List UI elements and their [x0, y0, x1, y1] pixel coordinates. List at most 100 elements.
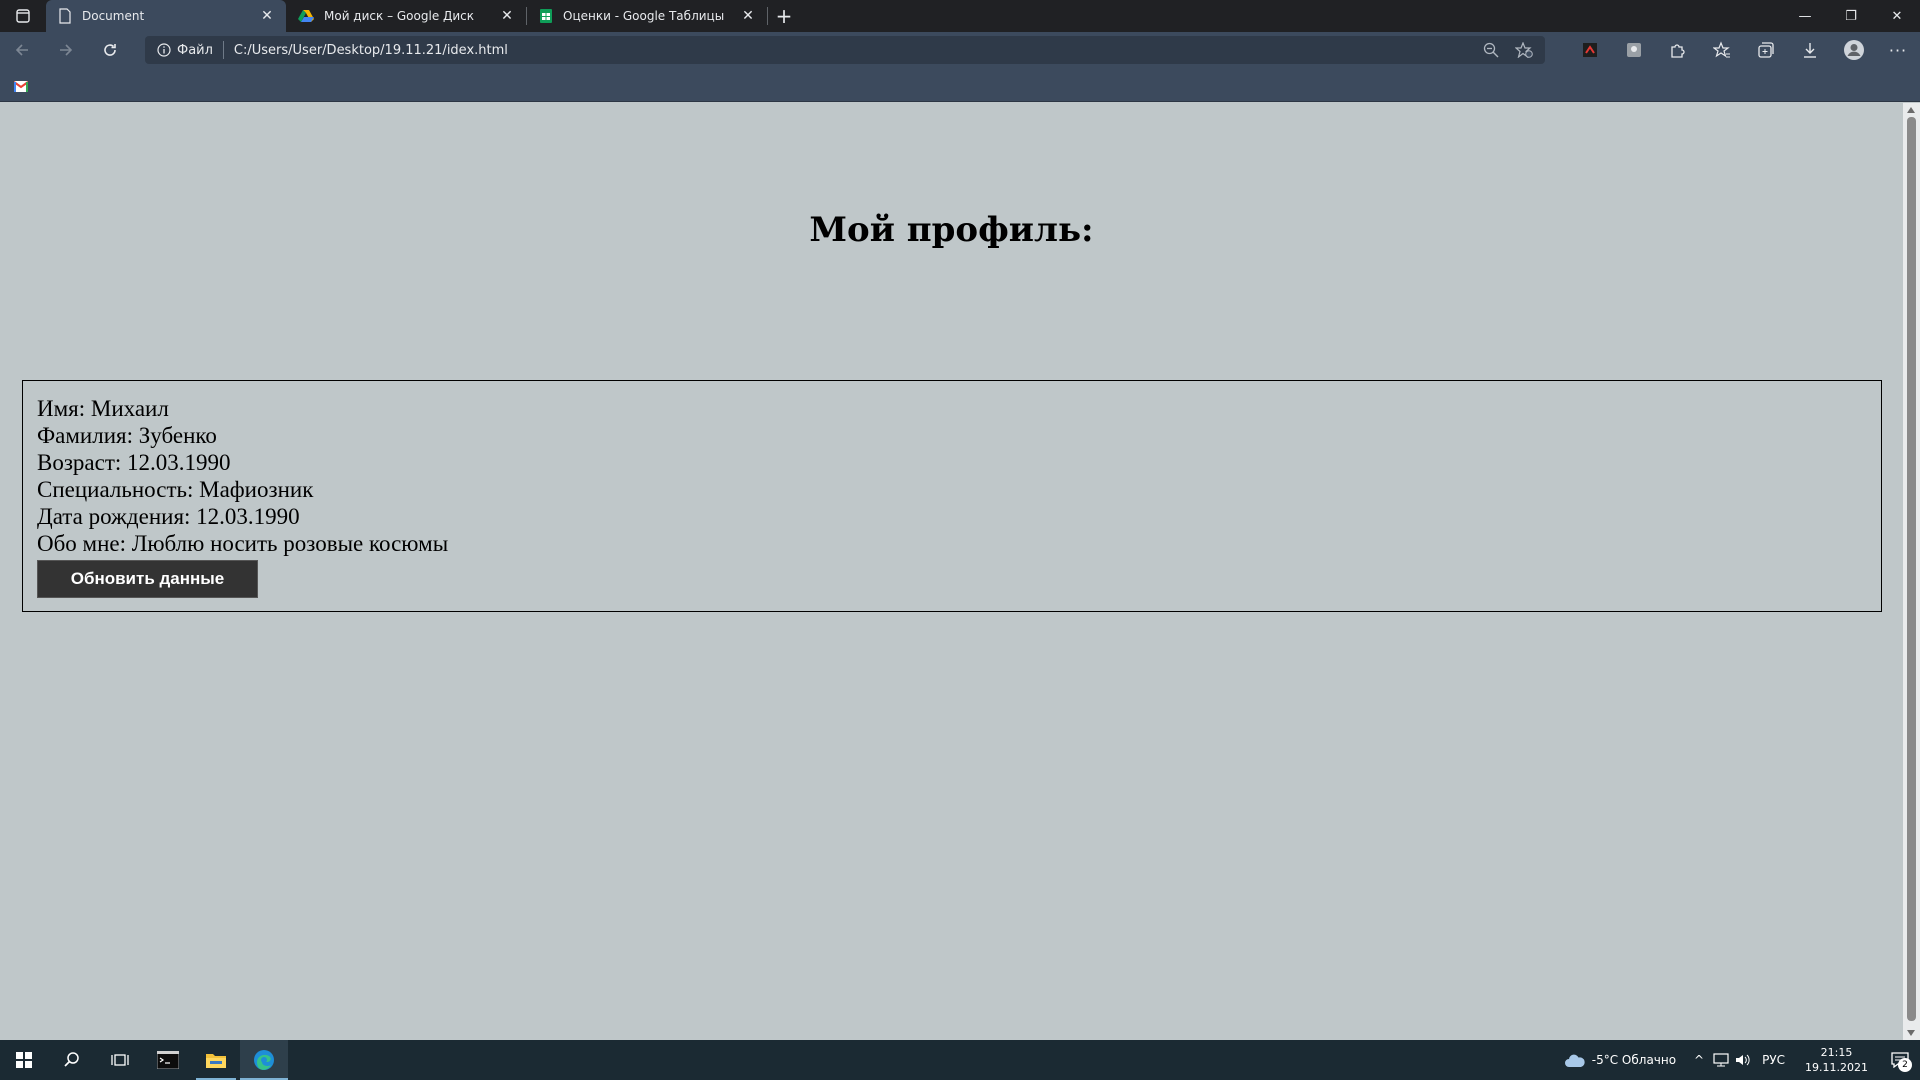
folder-icon — [206, 1054, 226, 1068]
weather-text: -5°C Облачно — [1591, 1053, 1677, 1067]
minimize-button[interactable]: — — [1782, 0, 1828, 32]
collections-button[interactable] — [1744, 32, 1788, 68]
scroll-up-arrow[interactable] — [1907, 107, 1915, 113]
arrow-left-icon — [15, 44, 28, 56]
extensions-button[interactable] — [1656, 32, 1700, 68]
url-text[interactable]: C:/Users/User/Desktop/19.11.21/idex.html — [224, 43, 1483, 58]
clock-date: 19.11.2021 — [1805, 1061, 1868, 1074]
profile-surname: Фамилия: Зубенко — [37, 423, 217, 448]
tab-actions-icon — [16, 9, 30, 23]
tab-actions-button[interactable] — [0, 0, 46, 32]
browser-toolbar: Файл C:/Users/User/Desktop/19.11.21/idex… — [0, 32, 1920, 68]
task-view-icon — [111, 1054, 129, 1066]
google-drive-icon — [298, 10, 314, 22]
profile-name: Имя: Михаил — [37, 396, 169, 421]
profile-button[interactable] — [1832, 32, 1876, 68]
network-icon — [1713, 1053, 1729, 1067]
volume-button[interactable] — [1732, 1053, 1754, 1067]
tab-google-sheets[interactable]: Оценки - Google Таблицы ✕ — [527, 0, 767, 32]
tab-google-drive[interactable]: Мой диск – Google Диск ✕ — [286, 0, 526, 32]
cloud-icon — [1564, 1054, 1585, 1067]
extension-button[interactable] — [1612, 32, 1656, 68]
search-icon — [64, 1052, 79, 1067]
profile-specialty: Специальность: Мафиозник — [37, 477, 314, 502]
input-language[interactable]: РУС — [1754, 1053, 1793, 1067]
task-view-button[interactable] — [96, 1040, 144, 1080]
weather-widget[interactable]: -5°C Облачно — [1552, 1052, 1688, 1068]
notification-count-badge: 2 — [1898, 1058, 1912, 1072]
update-data-button[interactable]: Обновить данные — [37, 560, 258, 598]
forward-button[interactable] — [44, 32, 88, 68]
toolbar-right: ··· — [1568, 32, 1920, 68]
close-window-button[interactable]: ✕ — [1874, 0, 1920, 32]
clock-time: 21:15 — [1820, 1046, 1853, 1059]
clock[interactable]: 21:15 19.11.2021 — [1793, 1045, 1880, 1075]
site-info-label: Файл — [177, 42, 213, 58]
scroll-down-arrow[interactable] — [1907, 1030, 1915, 1036]
taskbar-edge[interactable] — [240, 1040, 288, 1080]
scroll-thumb[interactable] — [1907, 117, 1916, 1021]
tab-title: Оценки - Google Таблицы — [563, 9, 725, 23]
start-button[interactable] — [0, 1040, 48, 1080]
system-tray: -5°C Облачно ^ РУС 21:15 19.11.2021 2 — [1552, 1040, 1920, 1080]
back-button[interactable] — [0, 32, 44, 68]
extension-grey-icon — [1627, 43, 1641, 57]
site-info-button[interactable]: Файл — [145, 41, 224, 59]
gmail-icon — [13, 81, 29, 92]
document-icon — [59, 8, 71, 24]
info-icon — [157, 43, 171, 57]
restore-button[interactable]: ❐ — [1828, 0, 1874, 32]
favorite-gmail[interactable] — [13, 77, 29, 96]
tab-document[interactable]: Document ✕ — [46, 0, 286, 32]
taskbar-file-explorer[interactable] — [192, 1040, 240, 1080]
puzzle-icon — [1671, 44, 1685, 58]
new-tab-button[interactable]: + — [768, 0, 800, 32]
plus-icon: + — [775, 4, 793, 28]
windows-icon — [16, 1052, 32, 1068]
extension-red-icon — [1583, 43, 1597, 57]
collections-icon — [1758, 42, 1774, 58]
zoom-out-icon[interactable] — [1483, 42, 1499, 58]
minimize-icon: — — [1798, 8, 1812, 24]
show-hidden-icons-button[interactable]: ^ — [1688, 1053, 1710, 1067]
favorites-icon — [1713, 41, 1730, 58]
reload-icon — [104, 44, 116, 56]
page-title: Мой профиль: — [809, 210, 1094, 250]
vertical-scrollbar[interactable] — [1903, 103, 1920, 1040]
settings-menu-button[interactable]: ··· — [1876, 32, 1920, 68]
close-icon[interactable]: ✕ — [739, 7, 757, 25]
favorites-bar — [0, 68, 1920, 102]
address-bar-icons — [1483, 42, 1545, 58]
close-icon[interactable]: ✕ — [258, 7, 276, 25]
page-viewport: Мой профиль: Имя: Михаил Фамилия: Зубенк… — [0, 103, 1903, 1040]
add-favorite-icon[interactable] — [1515, 42, 1533, 58]
downloads-button[interactable] — [1788, 32, 1832, 68]
restore-icon: ❐ — [1845, 8, 1857, 24]
speaker-icon — [1736, 1054, 1750, 1066]
edge-icon — [254, 1050, 274, 1070]
close-icon[interactable]: ✕ — [498, 7, 516, 25]
profile-card: Имя: Михаил Фамилия: Зубенко Возраст: 12… — [22, 380, 1882, 612]
search-button[interactable] — [48, 1040, 96, 1080]
windows-taskbar: -5°C Облачно ^ РУС 21:15 19.11.2021 2 — [0, 1040, 1920, 1080]
google-sheets-icon — [540, 9, 552, 23]
reload-button[interactable] — [88, 32, 132, 68]
chevron-up-icon: ^ — [1694, 1053, 1705, 1067]
network-button[interactable] — [1710, 1053, 1732, 1067]
window-controls: — ❐ ✕ — [1782, 0, 1920, 32]
extension-button[interactable] — [1568, 32, 1612, 68]
arrow-right-icon — [60, 44, 73, 56]
tab-bar: Document ✕ Мой диск – Google Диск ✕ Оцен… — [0, 0, 1920, 32]
favorites-button[interactable] — [1700, 32, 1744, 68]
avatar-icon — [1844, 40, 1864, 60]
tab-title: Мой диск – Google Диск — [324, 9, 475, 23]
taskbar-terminal[interactable] — [144, 1040, 192, 1080]
tab-title: Document — [82, 9, 145, 23]
address-bar[interactable]: Файл C:/Users/User/Desktop/19.11.21/idex… — [145, 36, 1545, 64]
action-center-button[interactable]: 2 — [1880, 1040, 1920, 1080]
profile-about: Обо мне: Люблю носить розовые косюмы — [37, 531, 449, 556]
profile-age: Возраст: 12.03.1990 — [37, 450, 231, 475]
close-icon: ✕ — [1891, 8, 1903, 24]
profile-birth-date: Дата рождения: 12.03.1990 — [37, 504, 300, 529]
download-icon — [1804, 43, 1816, 58]
